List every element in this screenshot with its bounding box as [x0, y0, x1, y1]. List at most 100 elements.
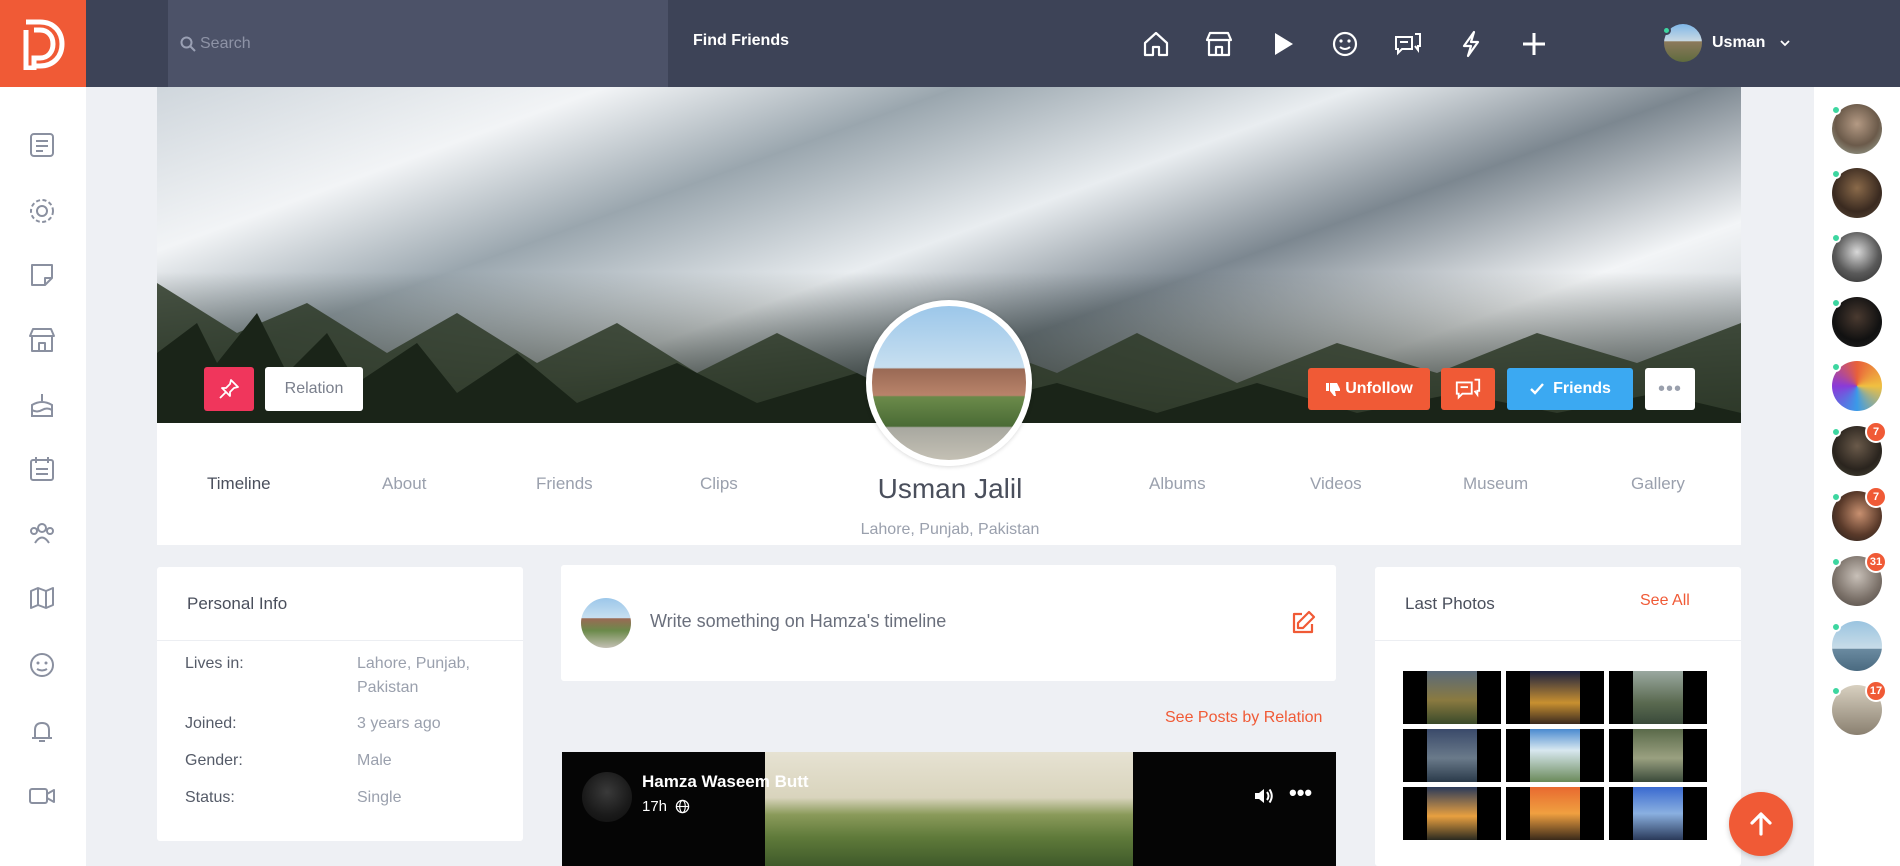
- edit-icon[interactable]: [1289, 609, 1317, 637]
- profile-location: Lahore, Punjab, Pakistan: [860, 521, 1040, 538]
- cake-icon[interactable]: [26, 389, 58, 421]
- online-indicator: [1831, 233, 1841, 243]
- more-options-button[interactable]: •••: [1645, 368, 1695, 410]
- chevron-down-icon[interactable]: [1779, 37, 1791, 49]
- post-timestamp: 17h: [642, 798, 690, 815]
- store-icon[interactable]: [26, 324, 58, 356]
- online-indicator: [1831, 105, 1841, 115]
- volume-icon[interactable]: [1252, 784, 1276, 808]
- friends-button[interactable]: Friends: [1507, 368, 1633, 410]
- store-icon[interactable]: [1203, 28, 1235, 60]
- bell-icon[interactable]: [26, 715, 58, 747]
- post-author-name[interactable]: Hamza Waseem Butt: [642, 772, 809, 792]
- post-more-button[interactable]: •••: [1289, 780, 1312, 806]
- photo-grid: [1403, 671, 1709, 840]
- plus-icon[interactable]: [1518, 28, 1550, 60]
- sticky-note-icon[interactable]: [26, 259, 58, 291]
- photo-thumbnail[interactable]: [1609, 787, 1707, 840]
- online-indicator: [1831, 362, 1841, 372]
- notification-badge: 7: [1865, 421, 1887, 443]
- contact-avatar[interactable]: [1831, 232, 1882, 282]
- photo-thumbnail[interactable]: [1403, 787, 1501, 840]
- pin-icon: [219, 379, 239, 399]
- contact-avatar[interactable]: 7: [1831, 421, 1887, 476]
- chat-icon: [1455, 378, 1481, 400]
- message-button[interactable]: [1441, 368, 1495, 410]
- unfollow-label: Unfollow: [1345, 380, 1413, 397]
- smile-icon[interactable]: [1329, 28, 1361, 60]
- post-composer[interactable]: Write something on Hamza's timeline: [561, 565, 1336, 681]
- post-author-avatar[interactable]: [582, 772, 632, 822]
- online-indicator: [1831, 427, 1841, 437]
- app-logo[interactable]: [0, 0, 86, 87]
- info-label: Gender:: [185, 752, 243, 769]
- photo-thumbnail[interactable]: [1403, 729, 1501, 782]
- online-indicator: [1831, 298, 1841, 308]
- online-indicator: [1831, 622, 1841, 632]
- last-photos-card: Last Photos See All: [1375, 567, 1741, 866]
- info-value: Lahore, Punjab, Pakistan: [357, 655, 470, 696]
- composer-avatar: [581, 598, 631, 648]
- divider: [157, 640, 523, 641]
- info-value: Male: [357, 752, 392, 769]
- scroll-to-top-button[interactable]: [1729, 792, 1793, 856]
- photo-thumbnail[interactable]: [1609, 729, 1707, 782]
- contact-avatar[interactable]: 17: [1831, 680, 1887, 735]
- notification-badge: 31: [1865, 551, 1887, 573]
- relation-button[interactable]: Relation: [265, 367, 363, 411]
- post-time-text: 17h: [642, 798, 668, 815]
- notification-badge: 17: [1865, 680, 1887, 702]
- composer-placeholder[interactable]: Write something on Hamza's timeline: [650, 611, 946, 632]
- post-card: Hamza Waseem Butt 17h •••: [562, 752, 1336, 866]
- last-photos-title: Last Photos: [1405, 594, 1495, 613]
- globe-icon: [675, 799, 690, 814]
- user-menu[interactable]: Usman: [1662, 24, 1791, 62]
- photo-thumbnail[interactable]: [1403, 671, 1501, 724]
- photo-thumbnail[interactable]: [1609, 671, 1707, 724]
- play-icon[interactable]: [1266, 28, 1298, 60]
- thumbs-down-icon: [1326, 383, 1341, 396]
- search-input[interactable]: [200, 34, 600, 53]
- personal-info-card: Personal Info Lives in: Lahore, Punjab, …: [157, 567, 523, 841]
- arrow-up-icon: [1750, 812, 1772, 836]
- check-icon: [1530, 383, 1544, 395]
- info-value: Single: [357, 789, 402, 806]
- video-icon[interactable]: [26, 780, 58, 812]
- see-posts-by-relation-link[interactable]: See Posts by Relation: [1165, 709, 1322, 727]
- find-friends-link[interactable]: Find Friends: [693, 32, 789, 50]
- flash-icon[interactable]: [1455, 28, 1487, 60]
- contact-avatar[interactable]: [1831, 168, 1882, 218]
- info-label: Lives in:: [185, 655, 244, 672]
- face-icon[interactable]: [26, 649, 58, 681]
- user-name: Usman: [1712, 34, 1766, 51]
- photo-thumbnail[interactable]: [1506, 787, 1604, 840]
- chat-icon[interactable]: [1392, 28, 1424, 60]
- top-navbar: Find Friends Usman: [0, 0, 1900, 87]
- top-nav-icons: [1140, 28, 1581, 60]
- post-video[interactable]: [765, 752, 1133, 866]
- unfollow-button[interactable]: Unfollow: [1308, 368, 1430, 410]
- logo-icon: [23, 19, 65, 70]
- personal-info-title: Personal Info: [187, 594, 288, 613]
- divider: [1375, 640, 1741, 641]
- see-all-photos-link[interactable]: See All: [1640, 592, 1690, 610]
- friends-label: Friends: [1553, 380, 1611, 397]
- contact-avatar[interactable]: [1831, 297, 1882, 347]
- pin-button[interactable]: [204, 367, 254, 411]
- contact-avatar[interactable]: [1831, 621, 1882, 671]
- contact-avatar[interactable]: [1831, 104, 1882, 154]
- map-icon[interactable]: [26, 582, 58, 614]
- photo-thumbnail[interactable]: [1506, 671, 1604, 724]
- online-indicator: [1831, 557, 1841, 567]
- profile-avatar[interactable]: [866, 300, 1032, 466]
- info-label: Status:: [185, 789, 235, 806]
- user-avatar[interactable]: [1662, 24, 1702, 62]
- search-icon: [180, 36, 196, 52]
- photo-thumbnail[interactable]: [1506, 729, 1604, 782]
- settings-icon[interactable]: [26, 195, 58, 227]
- contact-avatar[interactable]: 31: [1831, 551, 1887, 606]
- contact-avatar[interactable]: [1831, 361, 1882, 411]
- online-indicator: [1831, 169, 1841, 179]
- home-icon[interactable]: [1140, 28, 1172, 60]
- feed-icon[interactable]: [26, 129, 58, 161]
